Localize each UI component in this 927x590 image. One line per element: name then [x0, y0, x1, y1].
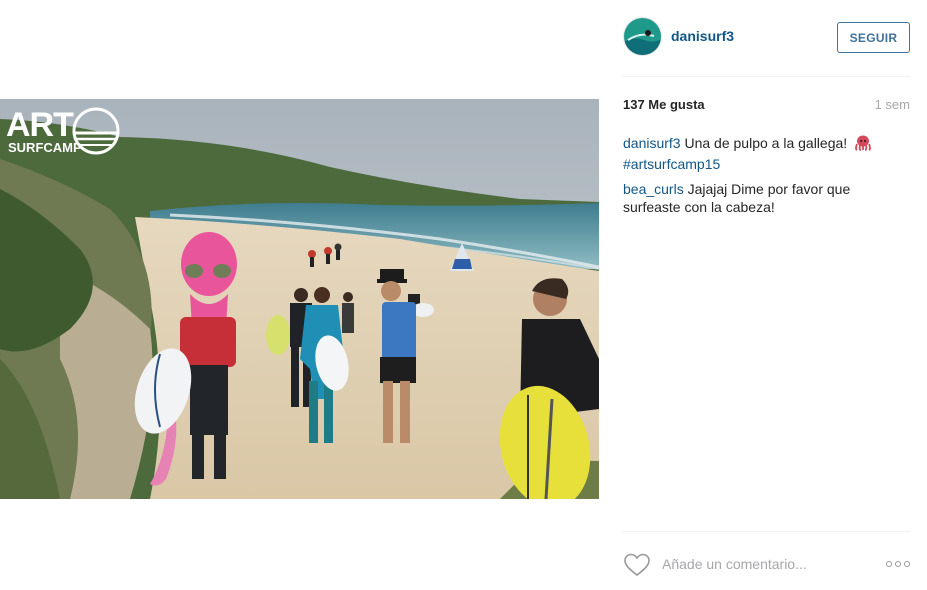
- comment-username[interactable]: bea_curls: [623, 181, 684, 197]
- post-photo[interactable]: ART SURFCAMP: [0, 99, 599, 499]
- hashtag-link[interactable]: #artsurfcamp15: [623, 156, 720, 172]
- octopus-emoji-icon: [854, 135, 872, 155]
- avatar[interactable]: [623, 17, 662, 56]
- divider: [623, 531, 910, 532]
- comment-input[interactable]: [662, 554, 862, 574]
- comment-list: danisurf3 Una de pulpo a la gallega! #ar…: [623, 134, 903, 223]
- watermark-sub: SURFCAMP: [8, 140, 82, 155]
- more-options-icon[interactable]: [884, 558, 910, 570]
- comment-item: danisurf3 Una de pulpo a la gallega! #ar…: [623, 134, 903, 173]
- post-header: danisurf3 SEGUIR: [623, 17, 910, 57]
- comment-username[interactable]: danisurf3: [623, 135, 681, 151]
- dot: [904, 561, 910, 567]
- dot: [886, 561, 892, 567]
- watermark-brand: ART: [6, 106, 74, 144]
- username-link[interactable]: danisurf3: [671, 28, 734, 44]
- dot: [895, 561, 901, 567]
- post-time[interactable]: 1 sem: [875, 97, 910, 112]
- comment-item: bea_curls Jajajaj Dime por favor que sur…: [623, 180, 903, 216]
- heart-icon[interactable]: [623, 553, 651, 577]
- likes-count[interactable]: 137 Me gusta: [623, 97, 705, 112]
- post-sidebar: danisurf3 SEGUIR 137 Me gusta 1 sem dani…: [623, 0, 910, 590]
- divider: [623, 76, 910, 77]
- comment-text: Una de pulpo a la gallega!: [684, 135, 848, 151]
- follow-button[interactable]: SEGUIR: [837, 22, 910, 53]
